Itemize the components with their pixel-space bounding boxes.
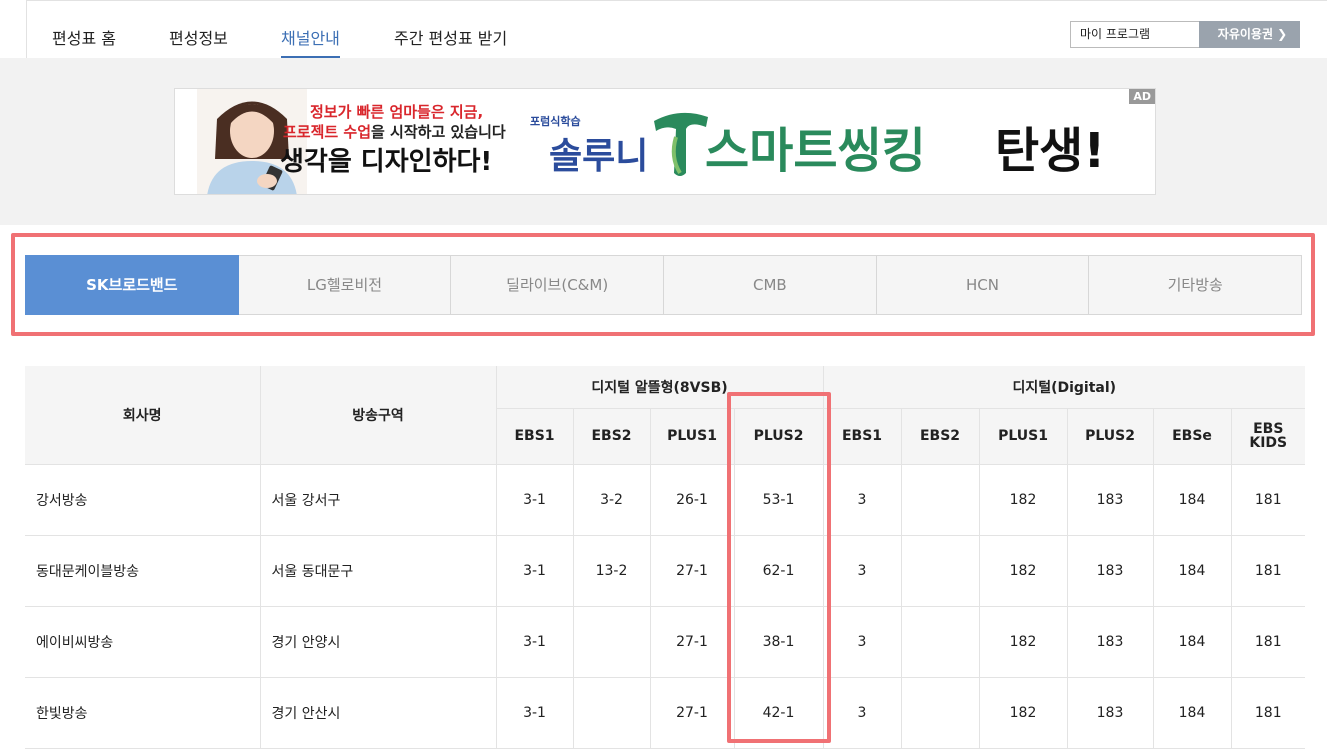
header-group-digital: 디지털(Digital)	[822, 366, 1305, 409]
my-program-select[interactable]: 마이 프로그램	[1070, 21, 1200, 48]
header-digital-ebs1: EBS1	[822, 408, 902, 465]
header-digital-ebs-kids: EBS KIDS	[1230, 408, 1305, 465]
ad-headline-1: 정보가 빠른 엄마들은 지금,	[310, 103, 484, 121]
channel-cell: 3-2	[572, 463, 651, 536]
channel-cell: 184	[1152, 534, 1232, 607]
channel-cell: 181	[1230, 534, 1305, 607]
provider-tab-hcn[interactable]: HCN	[876, 255, 1090, 315]
channel-cell: 27-1	[649, 605, 735, 678]
brand-logo-icon	[654, 112, 708, 176]
area-cell: 서울 동대문구	[259, 534, 497, 607]
provider-tab-lg[interactable]: LG헬로비전	[238, 255, 452, 315]
company-cell: 한빛방송	[25, 676, 261, 749]
top-navigation: 편성표 홈 편성정보 채널안내 주간 편성표 받기 마이 프로그램 자유이용권 …	[26, 0, 1327, 58]
ad-headline-2: 프로젝트 수업을 시작하고 있습니다	[283, 121, 506, 142]
company-cell: 에이비씨방송	[25, 605, 261, 678]
header-company: 회사명	[25, 366, 261, 465]
header-digital-ebse: EBSe	[1152, 408, 1232, 465]
area-cell: 경기 안양시	[259, 605, 497, 678]
channel-cell: 3-1	[495, 676, 574, 749]
channel-cell: 38-1	[733, 605, 824, 678]
header-8vsb-plus2: PLUS2	[733, 408, 824, 465]
company-cell: 동대문케이블방송	[25, 534, 261, 607]
channel-cell: 3-1	[495, 605, 574, 678]
channel-cell: 3	[822, 676, 902, 749]
channel-cell: 184	[1152, 605, 1232, 678]
table-row: 강서방송 서울 강서구 3-1 3-2 26-1 53-1 3 182 183 …	[25, 463, 1305, 536]
ad-brand: 솔루니	[549, 136, 649, 177]
channel-cell: 183	[1066, 676, 1154, 749]
free-use-button[interactable]: 자유이용권 ❯	[1205, 21, 1300, 48]
channel-cell	[900, 463, 980, 536]
channel-cell: 181	[1230, 605, 1305, 678]
channel-cell: 181	[1230, 463, 1305, 536]
ad-smart-thinking: 스마트씽킹	[705, 123, 926, 179]
channel-cell: 183	[1066, 605, 1154, 678]
header-8vsb-ebs1: EBS1	[496, 408, 574, 465]
provider-tab-other[interactable]: 기타방송	[1089, 255, 1303, 315]
company-cell: 강서방송	[25, 463, 261, 536]
provider-tab-cmb[interactable]: CMB	[664, 255, 877, 315]
channel-cell: 183	[1066, 463, 1154, 536]
channel-cell: 27-1	[649, 534, 735, 607]
ad-badge: AD	[1129, 89, 1155, 104]
channel-cell: 62-1	[733, 534, 824, 607]
channel-cell	[900, 605, 980, 678]
ad-banner[interactable]: 정보가 빠른 엄마들은 지금, 프로젝트 수업을 시작하고 있습니다 생각을 디…	[174, 88, 1156, 195]
channel-cell: 13-2	[572, 534, 651, 607]
ad-headline-2-red: 프로젝트 수업	[283, 123, 372, 141]
tab-weekly-schedule[interactable]: 주간 편성표 받기	[394, 25, 507, 49]
channel-cell: 3-1	[495, 463, 574, 536]
provider-tab-dlive[interactable]: 딜라이브(C&M)	[451, 255, 665, 315]
table-row: 한빛방송 경기 안산시 3-1 27-1 42-1 3 182 183 184 …	[25, 676, 1305, 749]
channel-table: 회사명 방송구역 디지털 알뜰형(8VSB) 디지털(Digital) EBS1…	[25, 366, 1305, 749]
channel-cell: 3	[822, 605, 902, 678]
channel-cell: 184	[1152, 676, 1232, 749]
provider-tabs: SK브로드밴드 LG헬로비전 딜라이브(C&M) CMB HCN 기타방송	[25, 255, 1303, 315]
tab-schedule-home[interactable]: 편성표 홈	[52, 25, 116, 49]
header-8vsb-plus1: PLUS1	[649, 408, 735, 465]
channel-cell: 182	[978, 605, 1068, 678]
header-8vsb-ebs2: EBS2	[572, 408, 651, 465]
channel-cell	[900, 676, 980, 749]
tab-channel-guide[interactable]: 채널안내	[281, 25, 340, 58]
channel-cell: 182	[978, 534, 1068, 607]
channel-cell: 184	[1152, 463, 1232, 536]
channel-cell: 26-1	[649, 463, 735, 536]
channel-cell: 53-1	[733, 463, 824, 536]
header-area: 방송구역	[259, 366, 497, 465]
channel-cell: 181	[1230, 676, 1305, 749]
header-digital-plus2: PLUS2	[1066, 408, 1154, 465]
ad-headline-3: 생각을 디자인하다!	[280, 147, 493, 177]
channel-cell: 182	[978, 463, 1068, 536]
tab-schedule-info[interactable]: 편성정보	[169, 25, 228, 49]
table-row: 동대문케이블방송 서울 동대문구 3-1 13-2 27-1 62-1 3 18…	[25, 534, 1305, 607]
header-group-8vsb: 디지털 알뜰형(8VSB)	[495, 366, 824, 409]
channel-cell	[900, 534, 980, 607]
channel-cell	[572, 676, 651, 749]
ad-birth: 탄생!	[995, 123, 1106, 179]
channel-cell: 42-1	[733, 676, 824, 749]
area-cell: 경기 안산시	[259, 676, 497, 749]
channel-cell	[572, 605, 651, 678]
channel-cell: 3	[822, 463, 902, 536]
table-row: 에이비씨방송 경기 안양시 3-1 27-1 38-1 3 182 183 18…	[25, 605, 1305, 678]
header-digital-plus1: PLUS1	[978, 408, 1068, 465]
channel-cell: 182	[978, 676, 1068, 749]
area-cell: 서울 강서구	[259, 463, 497, 536]
provider-tab-sk[interactable]: SK브로드밴드	[25, 255, 239, 315]
header-digital-ebs2: EBS2	[900, 408, 980, 465]
channel-cell: 3-1	[495, 534, 574, 607]
ad-headline-2-black: 을 시작하고 있습니다	[371, 123, 506, 141]
channel-cell: 183	[1066, 534, 1154, 607]
channel-cell: 27-1	[649, 676, 735, 749]
channel-cell: 3	[822, 534, 902, 607]
